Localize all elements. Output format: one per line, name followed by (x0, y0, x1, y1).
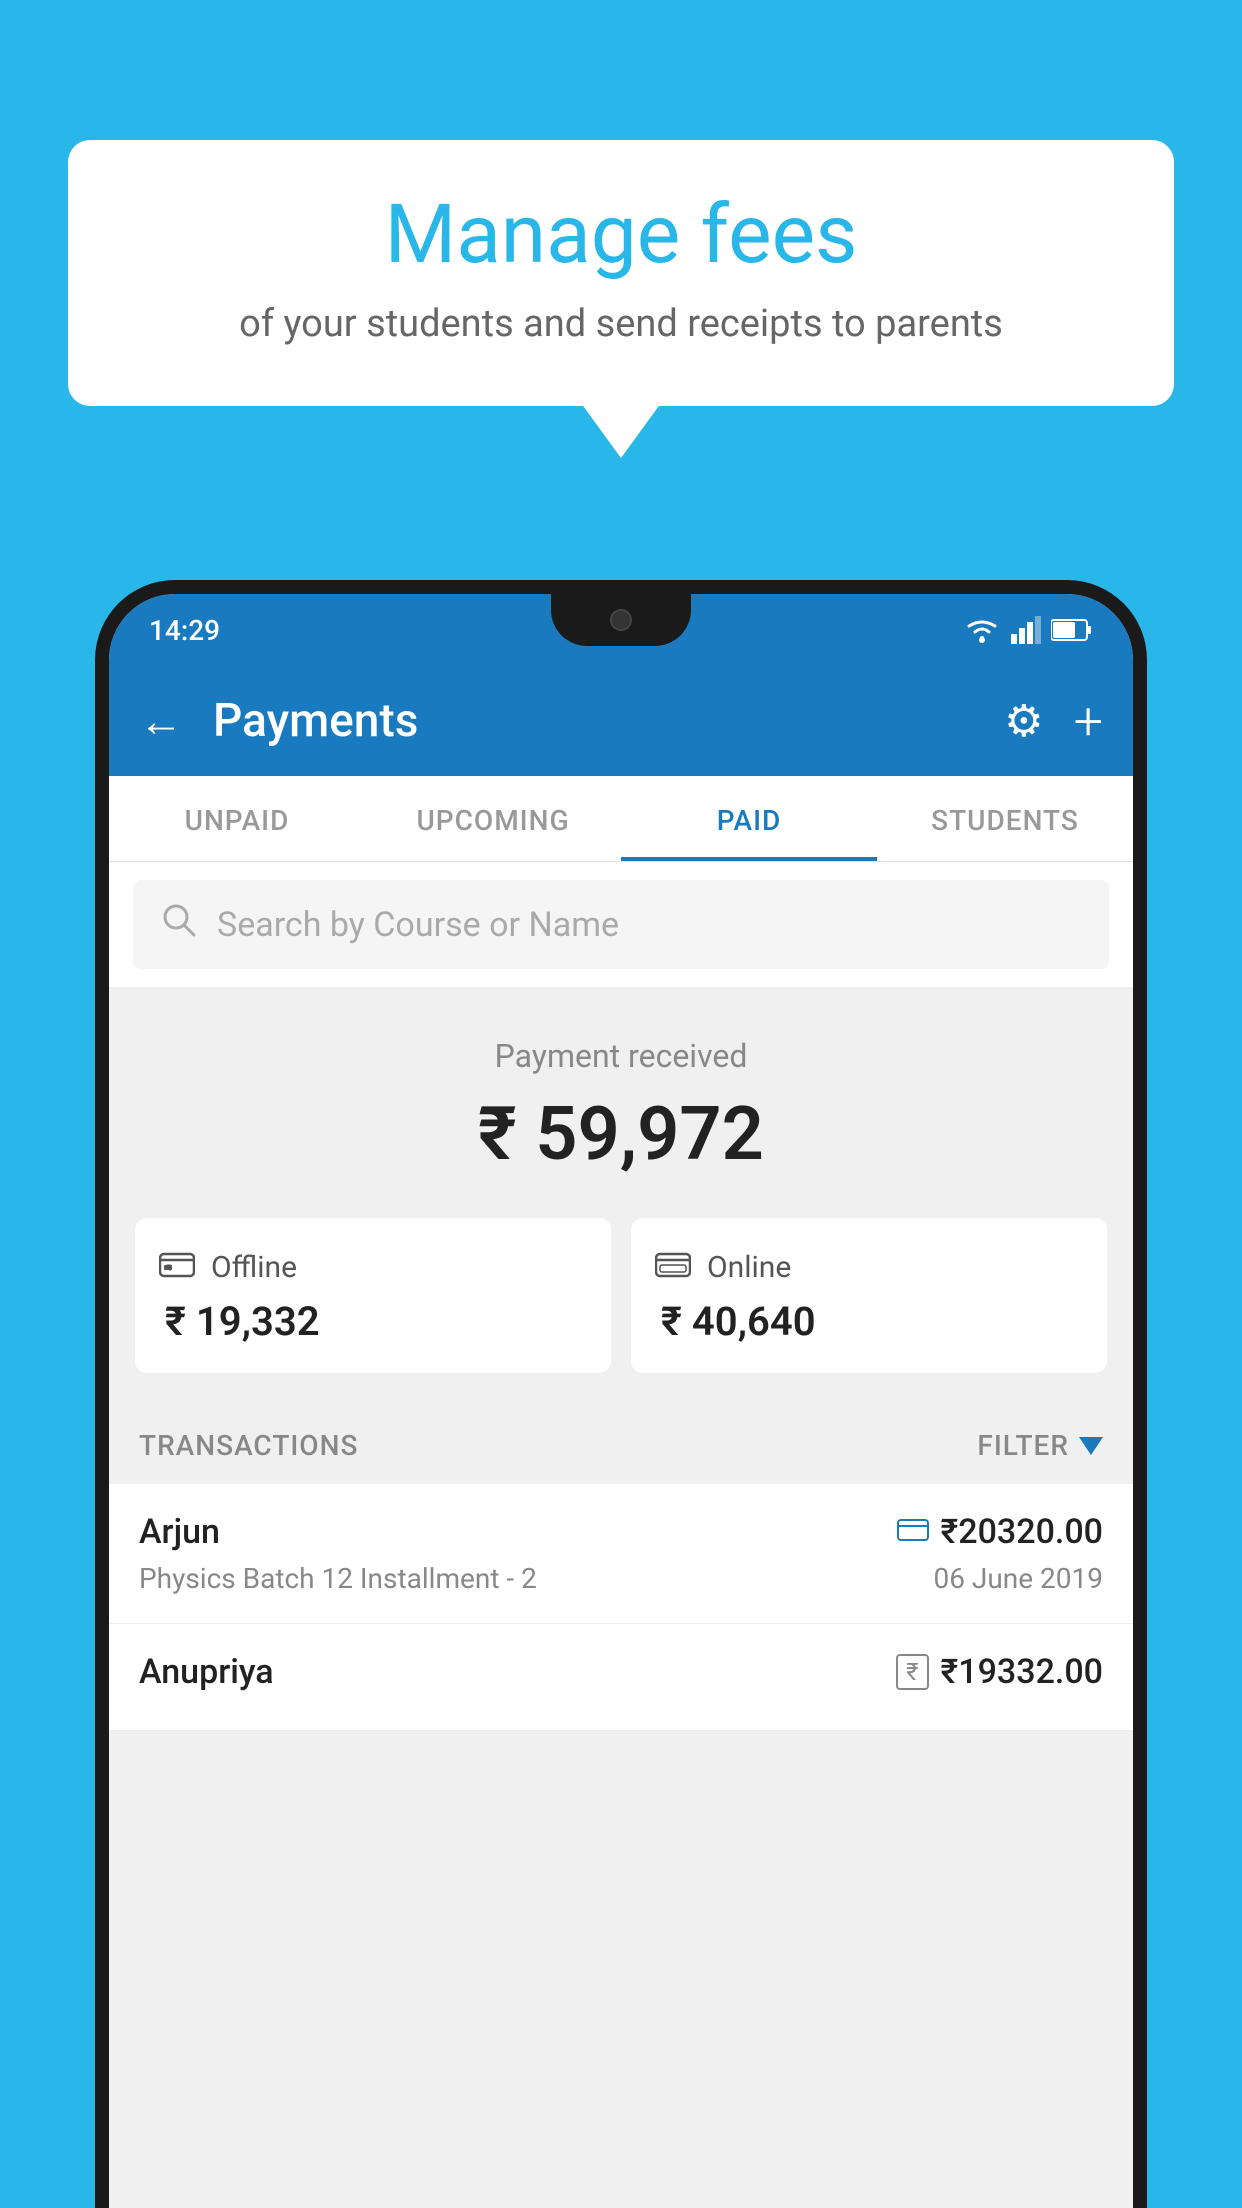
search-input[interactable]: Search by Course or Name (217, 905, 619, 945)
app-bar-title: Payments (213, 694, 984, 748)
app-bar: ← Payments ⚙ + (109, 666, 1133, 776)
offline-card-header: ₹ Offline (159, 1248, 297, 1286)
payment-received-amount: ₹ 59,972 (139, 1091, 1103, 1178)
phone-notch (551, 594, 691, 646)
offline-label: Offline (211, 1250, 297, 1285)
search-container: Search by Course or Name (109, 862, 1133, 987)
transaction-course: Physics Batch 12 Installment - 2 (139, 1562, 537, 1595)
battery-icon (1051, 619, 1093, 641)
tab-paid[interactable]: PAID (621, 776, 877, 861)
online-label: Online (707, 1250, 791, 1285)
transaction-row-top-2: Anupriya ₹ ₹19332.00 (139, 1652, 1103, 1692)
add-button[interactable]: + (1074, 691, 1103, 752)
wifi-icon (963, 616, 1001, 644)
payment-mode-icon-cash: ₹ (896, 1654, 928, 1691)
svg-text:₹: ₹ (166, 1263, 172, 1273)
phone-frame: 14:29 (95, 580, 1147, 2208)
transaction-name: Arjun (139, 1512, 220, 1552)
background: Manage fees of your students and send re… (0, 0, 1242, 2208)
search-icon (161, 902, 197, 947)
app-bar-icons: ⚙ + (1004, 691, 1103, 752)
signal-icon (1011, 616, 1041, 644)
payment-received-section: Payment received ₹ 59,972 (109, 987, 1133, 1218)
tabs-bar: UNPAID UPCOMING PAID STUDENTS (109, 776, 1133, 862)
content-area: Search by Course or Name Payment receive… (109, 862, 1133, 2208)
transaction-item-anupriya[interactable]: Anupriya ₹ ₹19332.00 (109, 1624, 1133, 1731)
transaction-detail-row: Physics Batch 12 Installment - 2 06 June… (139, 1562, 1103, 1595)
camera (610, 609, 632, 631)
payment-cards-row: ₹ Offline ₹ 19,332 (109, 1218, 1133, 1403)
offline-card: ₹ Offline ₹ 19,332 (135, 1218, 611, 1373)
transaction-amount-wrap: ₹20320.00 (897, 1512, 1103, 1552)
filter-label: FILTER (977, 1429, 1069, 1462)
transaction-amount: ₹20320.00 (941, 1512, 1103, 1552)
search-bar[interactable]: Search by Course or Name (133, 880, 1109, 969)
back-button[interactable]: ← (139, 695, 183, 747)
filter-icon (1079, 1437, 1103, 1455)
offline-icon: ₹ (159, 1248, 195, 1286)
phone-screen: 14:29 (109, 594, 1133, 2208)
online-icon (655, 1248, 691, 1286)
transaction-item-arjun[interactable]: Arjun ₹20320.00 Physics (109, 1484, 1133, 1624)
online-card-header: Online (655, 1248, 791, 1286)
transactions-label: TRANSACTIONS (139, 1429, 358, 1462)
status-time: 14:29 (149, 614, 220, 647)
status-icons (963, 616, 1093, 644)
tab-unpaid[interactable]: UNPAID (109, 776, 365, 861)
online-card: Online ₹ 40,640 (631, 1218, 1107, 1373)
online-amount: ₹ 40,640 (655, 1298, 816, 1345)
speech-bubble: Manage fees of your students and send re… (68, 140, 1174, 406)
filter-button[interactable]: FILTER (977, 1429, 1103, 1462)
payment-mode-icon-card (897, 1519, 929, 1545)
transaction-amount-2: ₹19332.00 (941, 1652, 1103, 1692)
transaction-date: 06 June 2019 (933, 1562, 1103, 1595)
bubble-title: Manage fees (128, 190, 1114, 280)
settings-button[interactable]: ⚙ (1004, 695, 1043, 747)
transaction-row-top: Arjun ₹20320.00 (139, 1512, 1103, 1552)
offline-amount: ₹ 19,332 (159, 1298, 320, 1345)
tab-students[interactable]: STUDENTS (877, 776, 1133, 861)
payment-received-label: Payment received (139, 1037, 1103, 1075)
transactions-header: TRANSACTIONS FILTER (109, 1403, 1133, 1484)
bubble-subtitle: of your students and send receipts to pa… (128, 302, 1114, 346)
transaction-amount-wrap-2: ₹ ₹19332.00 (896, 1652, 1103, 1692)
transaction-name-2: Anupriya (139, 1652, 274, 1692)
tab-upcoming[interactable]: UPCOMING (365, 776, 621, 861)
